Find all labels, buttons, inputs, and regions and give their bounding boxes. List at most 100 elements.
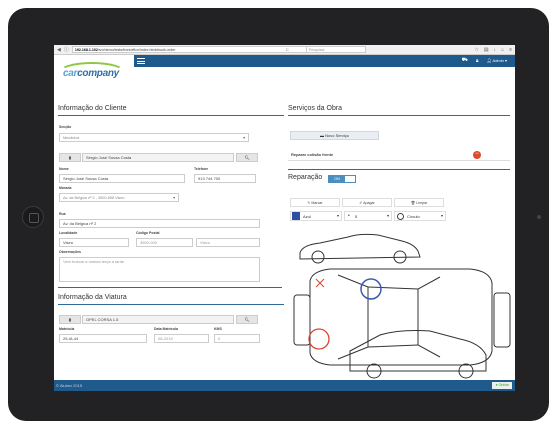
chevron-down-icon: ▾ — [440, 213, 443, 218]
hamburger-icon[interactable] — [137, 58, 145, 64]
download-icon[interactable]: ↓ — [494, 47, 497, 53]
vehicle-model-display[interactable]: OPEL CORSA 1.5 — [82, 315, 234, 324]
plate-field[interactable]: 25-IA-44 — [59, 334, 147, 343]
user-name: Admin — [492, 58, 504, 63]
phone-field[interactable]: 913 744 700 — [194, 174, 256, 183]
notes-label: Observações — [59, 250, 81, 254]
user-menu[interactable]: 👤︎ Admin ▾ — [487, 58, 507, 63]
app-footer: © Alubex 2015 ● Online — [54, 380, 515, 391]
notes-field[interactable]: Vem buscar a viatura terça à tarde — [59, 257, 260, 282]
plate-label: Matrícula — [59, 327, 75, 331]
lock-icon[interactable]: 🔒︎ — [476, 58, 479, 64]
top-navbar: ⛟ 🔒︎ 👤︎ Admin ▾ — [134, 55, 515, 67]
repair-toggle[interactable]: ON — [328, 175, 356, 183]
client-search-button[interactable]: 🔍︎ — [236, 153, 258, 162]
phone-label: Telefone — [194, 167, 209, 171]
plate-date-label: Data Matrícula — [154, 327, 178, 331]
chevron-down-icon: ▾ — [386, 213, 389, 218]
km-field[interactable]: 0 — [214, 334, 260, 343]
trash-icon: 🗑︎ — [410, 201, 416, 205]
pencil-icon: ✎ — [307, 201, 311, 205]
km-label: KMS — [214, 327, 222, 331]
url-host: 192.168.1.102 — [74, 48, 98, 52]
copyright-text: © Alubex 2015 — [56, 383, 83, 388]
info-icon[interactable]: ⓘ — [64, 46, 69, 53]
services-title: Serviços da Obra — [288, 105, 510, 116]
color-value: Azul — [303, 214, 311, 219]
reader-icon[interactable]: ▤ — [484, 47, 489, 53]
zip-field[interactable]: 3500-000 — [136, 238, 193, 247]
car-side-view-top — [299, 233, 421, 260]
street-label: Rua — [59, 212, 66, 216]
eraser-icon: ✐ — [359, 201, 363, 205]
vehicle-card-button[interactable]: ▮ — [59, 315, 81, 324]
zip-label: Código Postal — [136, 231, 160, 235]
toggle-off — [345, 176, 355, 182]
shape-value: Círculo — [407, 214, 420, 219]
client-search-display[interactable]: Sérgio José Sousa Costa — [82, 153, 234, 162]
camera-dot — [537, 215, 541, 219]
address-bar[interactable]: 192.168.1.102/srv/demo/tests/frontoffice… — [71, 46, 307, 53]
section-label: Secção — [59, 125, 72, 129]
star-icon[interactable]: ☆ — [474, 47, 478, 53]
street-field[interactable]: Av. da Bélgica nº 2 — [59, 219, 260, 228]
client-card-button[interactable]: ▮ — [59, 153, 81, 162]
zip-city-field[interactable]: Viseu — [196, 238, 260, 247]
back-icon[interactable]: ◀ — [57, 47, 61, 53]
url-path: /srv/demo/tests/frontoffice/index.html#w… — [97, 48, 176, 52]
car-card-icon: ▮ — [68, 317, 72, 322]
front-view — [293, 294, 311, 346]
address-select[interactable]: Av. da Bélgica nº 2 - 3500-658 Viseu — [59, 193, 179, 202]
tablet-screen: ◀ ⓘ 192.168.1.102/srv/demo/tests/frontof… — [54, 45, 515, 391]
color-select[interactable]: Azul ▾ — [290, 211, 342, 221]
plate-date-field[interactable]: 08-2015 — [154, 334, 209, 343]
section-divider — [58, 287, 282, 288]
menu-icon[interactable]: ≡ — [509, 47, 512, 53]
home-icon[interactable]: ⌂ — [501, 47, 504, 53]
damage-mark-red — [308, 328, 330, 350]
client-title: Informação do Cliente — [58, 105, 284, 116]
section-select[interactable]: Mecânica — [59, 133, 249, 142]
logo-wordmark: carcompany — [63, 68, 119, 79]
city-label: Localidade — [59, 231, 78, 235]
damage-x-mark — [315, 278, 325, 288]
search-icon: 🔍︎ — [244, 317, 250, 322]
car-icon[interactable]: ⛟ — [462, 57, 468, 64]
circle-icon — [397, 213, 404, 220]
new-service-button[interactable]: ▬ Novo Serviço — [290, 131, 379, 140]
vehicle-title: Informação da Viatura — [58, 294, 284, 305]
car-damage-diagram[interactable] — [290, 231, 512, 379]
clear-button[interactable]: 🗑︎ Limpar — [394, 198, 444, 207]
erase-label: Apagar — [363, 201, 375, 205]
city-field[interactable]: Viseu — [59, 238, 129, 247]
rear-view — [493, 292, 511, 348]
shape-select[interactable]: Círculo ▾ — [394, 211, 446, 221]
color-swatch — [292, 212, 300, 220]
repair-title: Reparação — [288, 174, 323, 181]
damage-mark-blue — [360, 278, 382, 300]
online-status-text: Online — [498, 383, 509, 387]
mark-button[interactable]: ✎ Marcar — [290, 198, 340, 207]
logo-part2: company — [77, 68, 119, 79]
toggle-on: ON — [329, 176, 345, 182]
mark-label: Marcar — [311, 201, 323, 205]
service-row[interactable]: Reparar colisão frente − — [288, 147, 510, 161]
name-field[interactable]: Sérgio José Sousa Costa — [59, 174, 185, 183]
services-panel: Serviços da Obra — [288, 105, 510, 116]
size-select[interactable]: • 5 ▾ — [344, 211, 392, 221]
car-top-view — [309, 268, 493, 366]
search-icon: 🔍︎ — [244, 155, 250, 160]
browser-search-input[interactable]: Pesquisar — [305, 46, 366, 53]
services-divider — [288, 169, 510, 170]
logo-part1: car — [63, 68, 78, 79]
browser-toolbar: ◀ ⓘ 192.168.1.102/srv/demo/tests/frontof… — [54, 45, 515, 55]
erase-button[interactable]: ✐ Apagar — [342, 198, 392, 207]
new-service-label: Novo Serviço — [325, 133, 349, 138]
wheel-icon — [311, 250, 325, 264]
brand-logo[interactable]: carcompany — [54, 55, 134, 92]
remove-service-icon[interactable]: − — [473, 151, 481, 159]
home-button[interactable] — [22, 206, 44, 228]
vehicle-search-button[interactable]: 🔍︎ — [236, 315, 258, 324]
reload-button[interactable]: C — [286, 47, 289, 52]
clear-label: Limpar — [416, 201, 428, 205]
